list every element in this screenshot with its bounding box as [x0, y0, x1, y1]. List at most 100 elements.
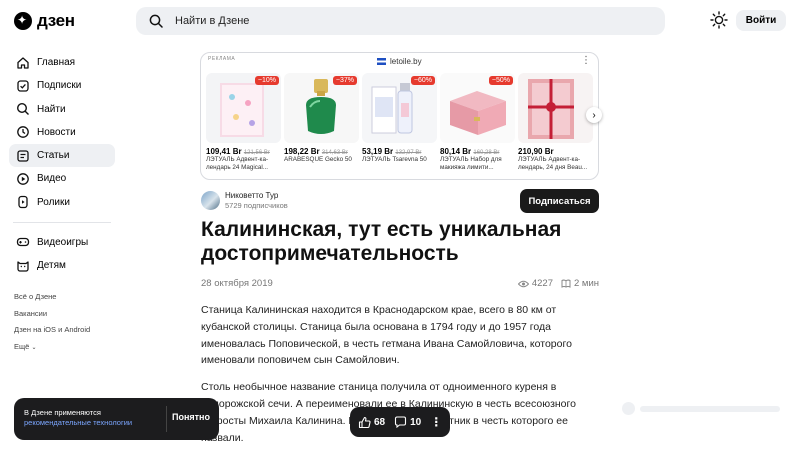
product-name: ARABESQUE Gecko 50: [284, 156, 352, 163]
sidebar-divider: [13, 221, 111, 223]
subscriptions-icon: [17, 80, 29, 92]
sidebar-item-video[interactable]: Видео: [9, 167, 115, 190]
news-icon: [17, 126, 29, 139]
search-icon: [16, 103, 29, 116]
notice-text: В Дзене применяются рекомендательные тех…: [24, 408, 132, 428]
subscribe-button[interactable]: Подписаться: [520, 189, 599, 213]
product-price: 80,14 Br: [440, 147, 472, 156]
author-subscribers: 5729 подписчиков: [225, 201, 288, 210]
footer-more[interactable]: Ещё ⌄: [14, 341, 90, 351]
sidebar-item-home[interactable]: Главная: [9, 51, 115, 74]
article-title: Калининская, тут есть уникальная достопр…: [201, 218, 562, 265]
eye-icon: [517, 280, 529, 287]
sidebar-item-label: Детям: [37, 260, 66, 272]
product-image: −10%: [206, 73, 281, 143]
recommendations-notice: В Дзене применяются рекомендательные тех…: [14, 398, 219, 440]
publish-date: 28 октября 2019: [201, 278, 273, 289]
ad-label: РЕКЛАМА: [208, 56, 236, 62]
likes-count: 68: [374, 416, 386, 428]
read-time-stat: 2 мин: [561, 278, 599, 289]
discount-badge: −10%: [254, 76, 279, 85]
sidebar-item-subscriptions[interactable]: Подписки: [9, 74, 115, 97]
sidebar-item-shorts[interactable]: Ролики: [9, 191, 115, 214]
comments-button[interactable]: 10: [394, 416, 421, 428]
product-price: 210,90 Br: [518, 147, 554, 156]
logo[interactable]: дзен: [14, 11, 75, 31]
search-placeholder: Найти в Дзене: [175, 15, 250, 27]
notice-message: В Дзене применяются: [24, 408, 101, 417]
sidebar-item-label: Новости: [37, 126, 76, 138]
sun-icon[interactable]: [710, 11, 728, 29]
product-name: ЛЭТУАЛЬ Набор для макияжа лимити...: [440, 156, 502, 171]
comment-icon: [395, 416, 407, 428]
read-time: 2 мин: [573, 278, 599, 289]
sidebar-item-label: Главная: [37, 57, 76, 68]
product-name: ЛЭТУАЛЬ Tsarevna 50: [362, 156, 427, 163]
ad-block: РЕКЛАМА letoile.by ⋮ −10% 109,41 Br 121,…: [200, 52, 602, 180]
discount-badge: −60%: [410, 76, 435, 85]
views-count: 4227: [531, 278, 553, 289]
login-button[interactable]: Войти: [736, 10, 786, 31]
accept-button[interactable]: Понятно: [172, 412, 210, 422]
footer-link-vacancies[interactable]: Вакансии: [14, 309, 90, 318]
article-paragraph: Станица Калининская находится в Краснода…: [201, 304, 572, 367]
reactions-bar: 68 10 ⋮: [350, 407, 450, 437]
shorts-icon: [18, 196, 28, 209]
product-name: ЛЭТУАЛЬ Адвент-ка-лендарь 24 Magical...: [206, 156, 269, 171]
skeleton-avatar: [622, 402, 635, 415]
footer-more-label: Ещё: [14, 341, 30, 351]
logo-text: дзен: [37, 11, 75, 30]
like-button[interactable]: 68: [358, 416, 385, 429]
sidebar-item-kids[interactable]: Детям: [9, 254, 115, 277]
store-logo-icon: [377, 58, 386, 65]
advent-calendar-image: [528, 79, 574, 139]
author-row: Никоветто Тур 5729 подписчиков Подписать…: [201, 189, 599, 214]
notice-link[interactable]: рекомендательные технологии: [24, 418, 132, 428]
more-icon[interactable]: ⋮: [581, 55, 591, 66]
footer-link-apps[interactable]: Дзен на iOS и Android: [14, 325, 90, 334]
footer-link-about[interactable]: Всё о Дзене: [14, 292, 90, 301]
sidebar-item-videogames[interactable]: Видеоигры: [9, 231, 115, 254]
sidebar-item-label: Видеоигры: [37, 236, 89, 248]
sidebar-item-label: Видео: [37, 173, 67, 185]
more-icon[interactable]: ⋮: [430, 415, 442, 429]
ad-product[interactable]: 210,90 Br ЛЭТУАЛЬ Адвент-ка-лендарь, 24 …: [518, 73, 593, 172]
product-image: −50%: [440, 73, 515, 143]
ad-product[interactable]: −50% 80,14 Br 160,28 Br ЛЭТУАЛЬ Набор дл…: [440, 73, 515, 172]
video-icon: [17, 173, 29, 185]
comments-count: 10: [410, 416, 422, 428]
product-image: [518, 73, 593, 143]
author-name[interactable]: Никоветто Тур: [225, 191, 278, 200]
sidebar-item-news[interactable]: Новости: [9, 121, 115, 144]
ad-store[interactable]: letoile.by: [377, 57, 422, 66]
top-bar: дзен Найти в Дзене Войти: [0, 0, 800, 42]
sidebar-item-label: Статьи: [37, 150, 70, 162]
views-stat: 4227: [517, 278, 553, 289]
avatar[interactable]: [201, 191, 220, 210]
ad-products: −10% 109,41 Br 121,56 Br ЛЭТУАЛЬ Адвент-…: [206, 73, 593, 172]
zen-logo-icon: [14, 12, 32, 30]
sidebar-item-label: Подписки: [37, 80, 82, 92]
chevron-down-icon: ⌄: [31, 344, 37, 351]
book-icon: [561, 279, 571, 288]
product-image: −60%: [362, 73, 437, 143]
sidebar-item-articles[interactable]: Статьи: [9, 144, 115, 168]
sidebar-item-label: Ролики: [37, 196, 70, 208]
ad-product[interactable]: −60% 53,19 Br 132,97 Br ЛЭТУАЛЬ Tsarevna…: [362, 73, 437, 172]
product-price: 53,19 Br: [362, 147, 394, 156]
search-input[interactable]: Найти в Дзене: [136, 7, 665, 35]
notice-divider: [166, 406, 167, 432]
ad-product[interactable]: −37% 198,22 Br 314,63 Br ARABESQUE Gecko…: [284, 73, 359, 172]
skeleton-line: [640, 406, 780, 412]
product-name: ЛЭТУАЛЬ Адвент-ка-лендарь, 24 дня Beau..…: [518, 156, 588, 171]
ad-product[interactable]: −10% 109,41 Br 121,56 Br ЛЭТУАЛЬ Адвент-…: [206, 73, 281, 172]
home-icon: [17, 56, 29, 69]
chevron-right-icon[interactable]: ›: [586, 107, 602, 123]
thumbs-up-icon: [358, 416, 371, 428]
sidebar-item-search[interactable]: Найти: [9, 98, 115, 121]
sidebar: Главная Подписки Найти Новости Статьи Ви…: [9, 51, 115, 277]
articles-icon: [17, 150, 29, 162]
product-image: −37%: [284, 73, 359, 143]
search-icon: [149, 14, 163, 28]
discount-badge: −37%: [332, 76, 357, 85]
